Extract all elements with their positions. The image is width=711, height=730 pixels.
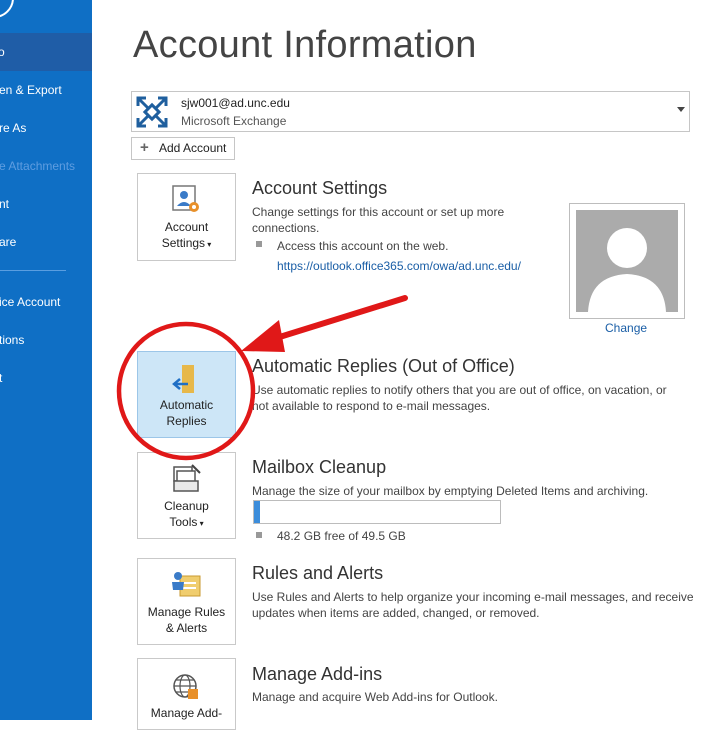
account-settings-button[interactable]: Account Settings ▾ xyxy=(137,173,236,261)
account-settings-desc: connections. xyxy=(252,221,320,235)
owa-link[interactable]: https://outlook.office365.com/owa/ad.unc… xyxy=(277,258,521,274)
mailbox-cleanup-title: Mailbox Cleanup xyxy=(252,457,387,477)
automatic-replies-desc: not available to respond to e-mail messa… xyxy=(252,399,491,413)
account-settings-title: Account Settings xyxy=(252,178,388,198)
owa-access-text: Access this account on the web. xyxy=(277,239,449,253)
exchange-icon xyxy=(136,96,168,128)
automatic-replies-desc: Use automatic replies to notify others t… xyxy=(252,383,667,397)
account-selector[interactable]: sjw001@ad.unc.edu Microsoft Exchange xyxy=(131,91,690,132)
nav-item-open-export[interactable]: en & Export xyxy=(0,71,92,109)
nav-item-options[interactable]: tions xyxy=(0,321,92,359)
quota-bar-fill xyxy=(254,501,261,523)
add-account-label: Add Account xyxy=(159,141,227,155)
manage-rules-alerts-button[interactable]: Manage Rules & Alerts xyxy=(137,558,236,645)
manage-addins-desc: Manage and acquire Web Add-ins for Outlo… xyxy=(252,690,498,704)
nav-item-exit[interactable]: t xyxy=(0,359,92,397)
automatic-replies-button[interactable]: Automatic Replies xyxy=(137,351,236,438)
tile-label: & Alerts xyxy=(165,621,208,635)
rules-alerts-icon xyxy=(172,572,201,597)
nav-item-save-as[interactable]: re As xyxy=(0,109,92,147)
page-title: Account Information xyxy=(133,24,477,66)
nav-item-label: e Attachments xyxy=(0,159,76,173)
nav-divider xyxy=(0,270,66,271)
globe-icon xyxy=(173,674,198,699)
rules-alerts-desc: Use Rules and Alerts to help organize yo… xyxy=(252,590,694,604)
rules-alerts-title: Rules and Alerts xyxy=(252,563,384,583)
nav-item-label: nt xyxy=(0,197,10,211)
nav-item-share[interactable]: are xyxy=(0,223,92,261)
back-button[interactable] xyxy=(0,0,14,18)
account-settings-icon xyxy=(172,185,199,212)
change-photo-link[interactable]: Change xyxy=(605,321,647,335)
cleanup-tools-icon xyxy=(173,464,201,492)
manage-addins-button[interactable]: Manage Add- xyxy=(137,658,236,730)
nav-item-info[interactable]: o xyxy=(0,33,92,71)
tile-label: Automatic xyxy=(159,398,214,412)
annotation-arrow-head xyxy=(241,320,285,352)
cleanup-tools-button[interactable]: Cleanup Tools ▾ xyxy=(137,452,236,539)
rules-alerts-desc: updates when items are added, changed, o… xyxy=(252,606,540,620)
annotation-arrow-shaft xyxy=(267,295,408,343)
automatic-replies-title: Automatic Replies (Out of Office) xyxy=(252,356,515,376)
tile-label: Settings ▾ xyxy=(161,236,212,250)
tile-label: Cleanup xyxy=(164,499,209,513)
mailbox-quota-text: 48.2 GB free of 49.5 GB xyxy=(277,529,406,543)
nav-item-label: tions xyxy=(0,333,25,347)
bullet xyxy=(256,241,262,247)
mailbox-quota-bar xyxy=(253,500,501,524)
account-settings-desc: Change settings for this account or set … xyxy=(252,205,505,219)
manage-addins-title: Manage Add-ins xyxy=(252,664,383,684)
nav-item-save-attachments: e Attachments xyxy=(0,147,92,185)
add-account-button[interactable]: + Add Account xyxy=(131,137,236,160)
bullet xyxy=(256,532,262,538)
nav-item-print[interactable]: nt xyxy=(0,185,92,223)
nav-item-label: ice Account xyxy=(0,295,61,309)
nav-item-label: o xyxy=(0,45,5,59)
profile-photo xyxy=(569,203,685,319)
chevron-down-icon[interactable] xyxy=(677,107,685,112)
nav-item-office-account[interactable]: ice Account xyxy=(0,283,92,321)
tile-label: Account xyxy=(164,220,209,234)
tile-label: Tools ▾ xyxy=(169,515,204,529)
tile-label: Replies xyxy=(166,414,207,428)
tile-label: Manage Add- xyxy=(150,706,223,720)
account-email: sjw001@ad.unc.edu xyxy=(181,96,290,110)
nav-item-label: are xyxy=(0,235,17,249)
nav-item-label: en & Export xyxy=(0,83,62,97)
tile-label: Manage Rules xyxy=(147,605,226,619)
account-type: Microsoft Exchange xyxy=(181,114,287,128)
backstage-nav: o en & Export re As e Attachments nt are… xyxy=(0,0,92,720)
avatar-icon xyxy=(588,228,666,312)
nav-item-label: t xyxy=(0,371,3,385)
mailbox-cleanup-desc: Manage the size of your mailbox by empty… xyxy=(252,484,649,498)
nav-item-label: re As xyxy=(0,121,27,135)
plus-icon: + xyxy=(140,139,149,156)
automatic-replies-icon xyxy=(172,365,194,393)
